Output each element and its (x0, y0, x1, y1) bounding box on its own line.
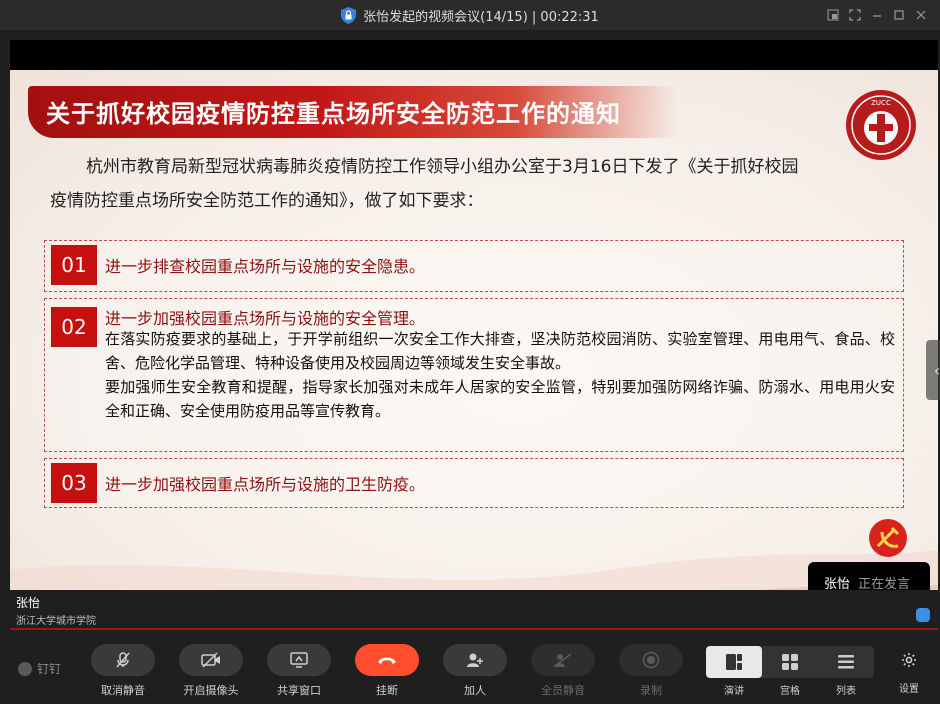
mute-all-icon (554, 653, 572, 667)
camera-button[interactable]: 开启摄像头 (179, 644, 243, 698)
share-screen-icon (290, 652, 308, 668)
gear-icon (902, 653, 916, 667)
add-person-button[interactable]: 加人 (443, 644, 507, 698)
item-body: 在落实防疫要求的基础上，于开学前组织一次安全工作大排查，坚决防范校园消防、实验室… (105, 327, 895, 423)
shield-lock-icon (341, 6, 357, 24)
app-logo: 钉钉 (18, 660, 61, 677)
requirement-item-01: 01 进一步排查校园重点场所与设施的安全隐患。 (44, 240, 904, 292)
presenter-name: 张怡 (16, 596, 41, 610)
item-title: 进一步加强校园重点场所与设施的卫生防疫。 (105, 475, 426, 494)
close-icon[interactable] (910, 6, 932, 24)
settings-label: 设置 (899, 684, 919, 695)
presenter-organization: 浙江大学城市学院 (16, 616, 96, 627)
layout-list-label: 列表 (836, 686, 856, 697)
layout-grid-button[interactable] (762, 646, 818, 678)
grid-layout-icon (782, 654, 798, 670)
record-button[interactable]: 录制 (619, 644, 683, 698)
layout-switcher (706, 646, 874, 678)
item-body-paragraph-2: 要加强师生安全教育和提醒，指导家长加强对未成年人居家的安全监管，特别要加强防网络… (105, 378, 895, 420)
meeting-control-bar: 钉钉 取消静音 开启摄像头 共享窗口 挂断 加人 全员静音 录制 演讲 宫格 列… (0, 634, 940, 704)
add-person-label: 加人 (464, 684, 486, 697)
layout-list-button[interactable] (818, 646, 874, 678)
mute-all-button[interactable]: 全员静音 (531, 644, 595, 698)
settings-button[interactable]: 设置 (896, 652, 922, 695)
item-title: 进一步排查校园重点场所与设施的安全隐患。 (105, 257, 426, 276)
expand-sidebar-chevron-left-icon[interactable]: ‹ (926, 340, 940, 400)
item-number-badge: 03 (51, 463, 97, 503)
active-speaker-name: 张怡 (824, 576, 851, 592)
list-layout-icon (838, 655, 854, 669)
hangup-icon (378, 657, 396, 664)
minimize-icon[interactable] (866, 6, 888, 24)
emblem-text: ZUCC (871, 99, 891, 107)
shared-screen: 关于抓好校园疫情防控重点场所安全防范工作的通知 ZUCC 杭州市教育局新型冠状病… (10, 40, 940, 630)
slide-title: 关于抓好校园疫情防控重点场所安全防范工作的通知 (46, 100, 621, 128)
unmute-label: 取消静音 (101, 684, 145, 697)
item-number-badge: 01 (51, 245, 97, 285)
share-window-label: 共享窗口 (277, 684, 321, 697)
window-title: 张怡发起的视频会议(14/15) | 00:22:31 (363, 9, 599, 25)
presentation-slide: 关于抓好校园疫情防控重点场所安全防范工作的通知 ZUCC 杭州市教育局新型冠状病… (10, 70, 938, 630)
item-number-badge: 02 (51, 307, 97, 347)
dingtalk-logo-icon (18, 661, 32, 676)
chat-bubble-icon[interactable] (916, 608, 930, 622)
record-icon (642, 651, 660, 669)
mute-all-label: 全员静音 (541, 684, 585, 697)
requirement-item-03: 03 进一步加强校园重点场所与设施的卫生防疫。 (44, 458, 904, 508)
add-person-icon (467, 653, 483, 667)
app-logo-text: 钉钉 (37, 662, 62, 676)
slide-intro: 杭州市教育局新型冠状病毒肺炎疫情防控工作领导小组办公室于3月16日下发了《关于抓… (50, 150, 900, 218)
title-bar: 张怡发起的视频会议(14/15) | 00:22:31 (0, 0, 940, 30)
camera-off-icon (201, 652, 220, 668)
item-body-paragraph-1: 在落实防疫要求的基础上，于开学前组织一次安全工作大排查，坚决防范校园消防、实验室… (105, 330, 895, 372)
float-window-icon[interactable] (822, 6, 844, 24)
maximize-icon[interactable] (888, 6, 910, 24)
speaker-layout-icon (726, 654, 742, 670)
meeting-window: 张怡发起的视频会议(14/15) | 00:22:31 关于抓好校园疫情防控重点… (0, 0, 940, 704)
requirement-item-02: 02 进一步加强校园重点场所与设施的安全管理。 在落实防疫要求的基础上，于开学前… (44, 298, 904, 452)
party-emblem-icon (869, 519, 907, 557)
layout-grid-label: 宫格 (780, 686, 800, 697)
unmute-button[interactable]: 取消静音 (91, 644, 155, 698)
intro-line-2: 疫情防控重点场所安全防范工作的通知》，做了如下要求： (50, 191, 484, 211)
record-label: 录制 (640, 684, 662, 697)
item-title: 进一步加强校园重点场所与设施的安全管理。 (105, 309, 426, 328)
fullscreen-icon[interactable] (844, 6, 866, 24)
layout-speaker-button[interactable] (706, 646, 762, 678)
camera-label: 开启摄像头 (183, 684, 239, 697)
mic-muted-icon (116, 652, 130, 668)
hangup-button[interactable]: 挂断 (355, 644, 419, 698)
intro-line-1: 杭州市教育局新型冠状病毒肺炎疫情防控工作领导小组办公室于3月16日下发了《关于抓… (86, 157, 799, 177)
hangup-label: 挂断 (376, 684, 398, 697)
active-speaker-status: 正在发言 (858, 576, 911, 592)
layout-speaker-label: 演讲 (724, 686, 744, 697)
share-window-button[interactable]: 共享窗口 (267, 644, 331, 698)
presenter-nameplate: 张怡 浙江大学城市学院 (10, 590, 938, 628)
